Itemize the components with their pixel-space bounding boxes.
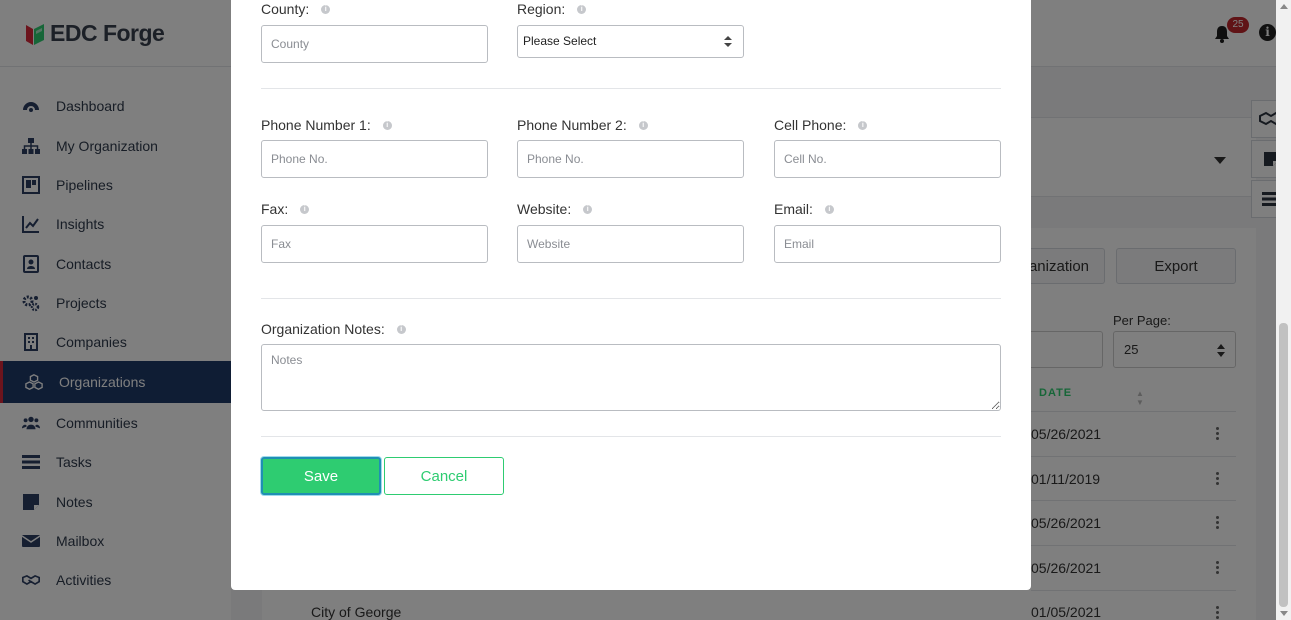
fax-input[interactable] <box>261 225 488 263</box>
region-label: Region: i <box>517 1 587 17</box>
scrollbar-thumb[interactable] <box>1279 323 1288 607</box>
email-label: Email: i <box>774 201 834 217</box>
phone-number-2-input[interactable] <box>517 140 744 178</box>
email-input[interactable] <box>774 225 1001 263</box>
fax-label: Fax: i <box>261 201 310 217</box>
save-button[interactable]: Save <box>261 457 381 495</box>
organization-notes-textarea[interactable] <box>261 344 1001 411</box>
website-label: Website: i <box>517 201 593 217</box>
scroll-down-arrow-icon[interactable] <box>1280 611 1288 616</box>
section-divider <box>261 298 1001 299</box>
info-icon[interactable]: i <box>321 4 331 14</box>
info-icon[interactable]: i <box>396 324 406 334</box>
scroll-up-arrow-icon[interactable] <box>1280 4 1288 9</box>
info-icon[interactable]: i <box>858 120 868 130</box>
website-input[interactable] <box>517 225 744 263</box>
info-icon[interactable]: i <box>300 204 310 214</box>
county-input[interactable] <box>261 25 488 63</box>
select-arrows-icon <box>724 36 732 48</box>
cell-phone-input[interactable] <box>774 140 1001 178</box>
info-icon[interactable]: i <box>583 204 593 214</box>
info-icon[interactable]: i <box>382 120 392 130</box>
phone-number-1-label: Phone Number 1: i <box>261 117 392 133</box>
phone-number-2-label: Phone Number 2: i <box>517 117 648 133</box>
county-label: County: i <box>261 1 331 17</box>
info-icon[interactable]: i <box>577 4 587 14</box>
cancel-button[interactable]: Cancel <box>384 457 504 495</box>
section-divider <box>261 436 1001 437</box>
phone-number-1-input[interactable] <box>261 140 488 178</box>
section-divider <box>261 88 1001 89</box>
info-icon[interactable]: i <box>638 120 648 130</box>
organization-notes-label: Organization Notes: i <box>261 321 406 337</box>
region-select[interactable]: Please Select <box>517 25 744 58</box>
cell-phone-label: Cell Phone: i <box>774 117 868 133</box>
page-scrollbar[interactable] <box>1276 0 1291 620</box>
edit-organization-modal: County:i Region:i Please Select Phone Nu… <box>231 0 1031 590</box>
info-icon[interactable]: i <box>824 204 834 214</box>
